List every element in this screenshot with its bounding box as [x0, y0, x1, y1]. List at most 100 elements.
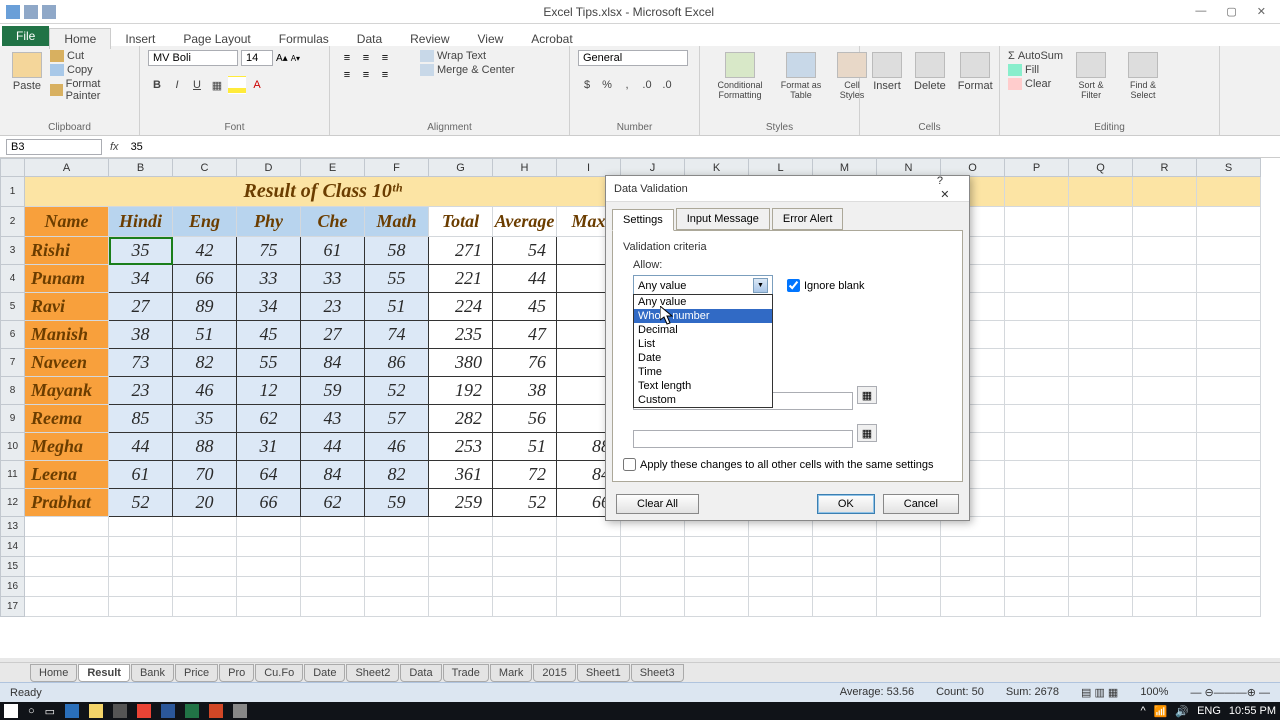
formula-bar[interactable]: 35 — [127, 140, 1280, 154]
range-select-icon[interactable]: ▦ — [857, 424, 877, 442]
calc-cell[interactable]: 282 — [429, 405, 493, 433]
allow-option[interactable]: Date — [634, 351, 772, 365]
empty-cell[interactable] — [493, 557, 557, 577]
data-cell[interactable]: 35 — [109, 237, 173, 265]
row-header[interactable]: 1 — [1, 177, 25, 207]
row-header[interactable]: 8 — [1, 377, 25, 405]
sheet-tab[interactable]: Sheet3 — [631, 664, 684, 682]
empty-cell[interactable] — [237, 537, 301, 557]
data-cell[interactable]: 43 — [301, 405, 365, 433]
row-header[interactable]: 12 — [1, 489, 25, 517]
name-cell[interactable]: Naveen — [25, 349, 109, 377]
shrink-font-icon[interactable]: A▾ — [291, 54, 300, 63]
dec-decimal-button[interactable]: .0 — [658, 76, 676, 94]
data-cell[interactable]: 34 — [109, 265, 173, 293]
empty-cell[interactable] — [685, 537, 749, 557]
calc-cell[interactable]: 192 — [429, 377, 493, 405]
empty-cell[interactable] — [173, 517, 237, 537]
name-cell[interactable]: Punam — [25, 265, 109, 293]
border-button[interactable]: ▦ — [208, 76, 226, 94]
zoom-level[interactable]: 100% — [1140, 686, 1168, 699]
data-cell[interactable]: 66 — [237, 489, 301, 517]
data-cell[interactable]: 42 — [173, 237, 237, 265]
bold-button[interactable]: B — [148, 76, 166, 94]
sort-filter-button[interactable]: Sort & Filter — [1067, 50, 1115, 102]
empty-cell[interactable] — [25, 537, 109, 557]
empty-cell[interactable] — [1005, 517, 1069, 537]
allow-combo[interactable]: Any value▼ Any valueWhole numberDecimalL… — [633, 275, 773, 296]
calc-cell[interactable]: 44 — [493, 265, 557, 293]
insert-button[interactable]: Insert — [868, 50, 906, 94]
data-cell[interactable]: 55 — [237, 349, 301, 377]
data-cell[interactable]: 64 — [237, 461, 301, 489]
empty-cell[interactable] — [1005, 597, 1069, 617]
empty-cell[interactable] — [813, 557, 877, 577]
empty-cell[interactable] — [877, 557, 941, 577]
allow-option[interactable]: List — [634, 337, 772, 351]
ignore-blank-checkbox[interactable]: Ignore blank — [787, 279, 865, 292]
empty-cell[interactable] — [365, 557, 429, 577]
col-header[interactable]: R — [1133, 159, 1197, 177]
calc-cell[interactable]: 271 — [429, 237, 493, 265]
empty-cell[interactable] — [877, 597, 941, 617]
col-header[interactable]: D — [237, 159, 301, 177]
col-header[interactable]: S — [1197, 159, 1261, 177]
empty-cell[interactable] — [365, 597, 429, 617]
dialog-close-button[interactable]: ✕ — [937, 187, 953, 203]
tray-up-icon[interactable]: ^ — [1140, 705, 1145, 717]
clock-time[interactable]: 10:55 PM — [1229, 705, 1276, 717]
empty-cell[interactable] — [365, 537, 429, 557]
data-cell[interactable]: 88 — [173, 433, 237, 461]
underline-button[interactable]: U — [188, 76, 206, 94]
row-header[interactable]: 10 — [1, 433, 25, 461]
grow-font-icon[interactable]: A▴ — [276, 53, 288, 64]
data-cell[interactable]: 58 — [365, 237, 429, 265]
calc-cell[interactable]: 56 — [493, 405, 557, 433]
italic-button[interactable]: I — [168, 76, 186, 94]
data-cell[interactable]: 61 — [109, 461, 173, 489]
data-cell[interactable]: 44 — [301, 433, 365, 461]
empty-cell[interactable] — [1005, 577, 1069, 597]
empty-cell[interactable] — [301, 557, 365, 577]
col-header[interactable]: C — [173, 159, 237, 177]
align-buttons[interactable]: ≡≡≡ ≡≡≡ — [338, 50, 394, 83]
format-as-table-button[interactable]: Format as Table — [776, 50, 826, 102]
row-header[interactable]: 11 — [1, 461, 25, 489]
calc-cell[interactable]: 253 — [429, 433, 493, 461]
empty-cell[interactable] — [429, 597, 493, 617]
format-painter-button[interactable]: Format Painter — [50, 78, 131, 102]
col-header[interactable]: M — [813, 159, 877, 177]
empty-cell[interactable] — [685, 557, 749, 577]
fill-color-button[interactable] — [228, 76, 246, 94]
empty-cell[interactable] — [1197, 537, 1261, 557]
fx-icon[interactable]: fx — [102, 141, 127, 153]
data-cell[interactable]: 85 — [109, 405, 173, 433]
empty-cell[interactable] — [1069, 517, 1133, 537]
powerpoint-icon[interactable] — [209, 704, 223, 718]
sheet-tab[interactable]: Sheet1 — [577, 664, 630, 682]
start-icon[interactable] — [4, 704, 18, 718]
max-input[interactable] — [633, 430, 853, 448]
empty-cell[interactable] — [813, 537, 877, 557]
data-cell[interactable]: 23 — [301, 293, 365, 321]
data-cell[interactable]: 57 — [365, 405, 429, 433]
empty-cell[interactable] — [1069, 597, 1133, 617]
col-header[interactable]: N — [877, 159, 941, 177]
empty-cell[interactable] — [1197, 597, 1261, 617]
empty-cell[interactable] — [1197, 557, 1261, 577]
data-cell[interactable]: 12 — [237, 377, 301, 405]
save-icon[interactable] — [6, 5, 20, 19]
empty-cell[interactable] — [749, 537, 813, 557]
col-header[interactable]: P — [1005, 159, 1069, 177]
data-cell[interactable]: 52 — [365, 377, 429, 405]
empty-cell[interactable] — [109, 537, 173, 557]
name-box[interactable]: B3 — [6, 139, 102, 155]
data-cell[interactable]: 75 — [237, 237, 301, 265]
empty-cell[interactable] — [173, 597, 237, 617]
col-header[interactable]: G — [429, 159, 493, 177]
allow-option[interactable]: Time — [634, 365, 772, 379]
sheet-tab[interactable]: Result — [78, 664, 130, 682]
empty-cell[interactable] — [1133, 597, 1197, 617]
allow-option[interactable]: Custom — [634, 393, 772, 407]
calc-cell[interactable]: 361 — [429, 461, 493, 489]
